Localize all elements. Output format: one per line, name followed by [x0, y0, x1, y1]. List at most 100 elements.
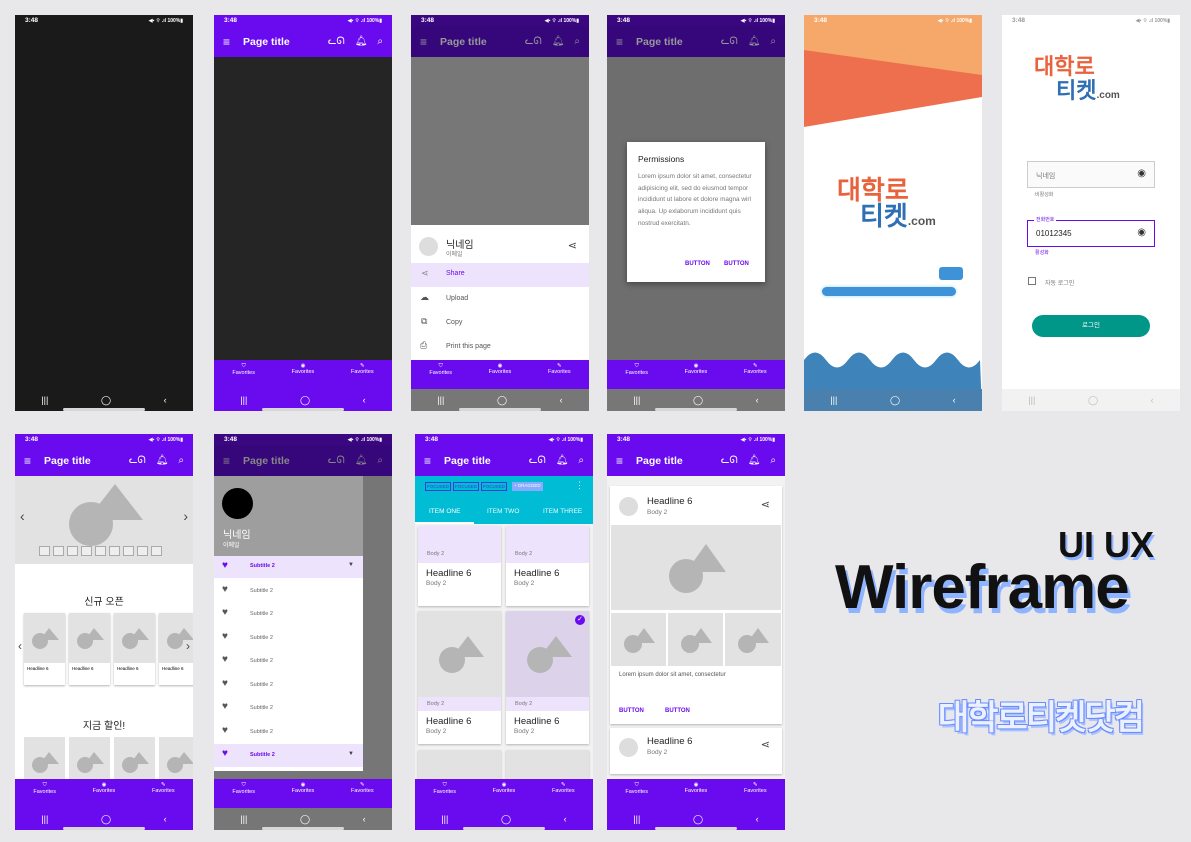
home-icon[interactable]: ◯: [693, 814, 703, 825]
grid-card[interactable]: [506, 750, 589, 780]
nav-item-favorites-2[interactable]: ◉ Favorites: [493, 779, 516, 808]
home-icon[interactable]: ◯: [101, 395, 111, 406]
thumbnail[interactable]: [81, 546, 92, 556]
back-icon[interactable]: ‹: [164, 814, 167, 824]
nav-item-favorites-1[interactable]: ⛉ Favorites: [232, 360, 255, 389]
recent-apps-icon[interactable]: |||: [441, 814, 448, 824]
share-icon[interactable]: ⋖: [761, 738, 770, 751]
nav-item-favorites-2[interactable]: ◉ Favorites: [685, 779, 708, 808]
bell-icon[interactable]: 🔔︎: [556, 455, 569, 466]
chip[interactable]: FOCUSED: [453, 482, 480, 491]
back-icon[interactable]: ‹: [363, 814, 366, 824]
cat-icon[interactable]: ᓚᘏ: [328, 36, 345, 47]
home-icon[interactable]: ◯: [501, 814, 511, 825]
share-icon[interactable]: ⋖: [568, 239, 577, 252]
back-icon[interactable]: ‹: [1151, 395, 1154, 405]
home-icon[interactable]: ◯: [497, 395, 507, 406]
chevron-right-icon[interactable]: ›: [186, 639, 190, 653]
sheet-item-upload[interactable]: ☁ Upload: [411, 287, 589, 311]
menu-icon[interactable]: ≡: [616, 454, 623, 468]
back-icon[interactable]: ‹: [756, 395, 759, 405]
product-card[interactable]: Headline 6: [69, 613, 110, 685]
search-icon[interactable]: ⌕: [578, 455, 584, 466]
chevron-left-icon[interactable]: ‹: [20, 508, 25, 524]
card-button-1[interactable]: BUTTON: [619, 708, 644, 714]
thumbnail[interactable]: [123, 546, 134, 556]
phone-field[interactable]: 전화번호 01012345 ◉: [1027, 216, 1155, 247]
cat-icon[interactable]: ᓚᘏ: [721, 455, 738, 466]
menu-icon[interactable]: ≡: [424, 454, 431, 468]
drawer-item[interactable]: ♥ Subtitle 2: [214, 697, 363, 720]
sheet-item-print[interactable]: ⎙ Print this page: [411, 335, 589, 359]
drawer-item[interactable]: ♥ Subtitle 2: [214, 627, 363, 650]
back-icon[interactable]: ‹: [756, 814, 759, 824]
share-icon[interactable]: ⋖: [761, 498, 770, 511]
more-vert-icon[interactable]: ⋮: [575, 480, 584, 491]
back-icon[interactable]: ‹: [564, 814, 567, 824]
nav-item-favorites-2[interactable]: ◉ Favorites: [685, 360, 708, 389]
thumbnail[interactable]: [137, 546, 148, 556]
sheet-item-share[interactable]: ⋖ Share: [411, 263, 589, 287]
menu-icon[interactable]: ≡: [223, 35, 230, 49]
scrim[interactable]: [411, 57, 589, 225]
search-icon[interactable]: ⌕: [178, 455, 184, 466]
recent-apps-icon[interactable]: |||: [41, 814, 48, 824]
nav-item-favorites-2[interactable]: ◉ Favorites: [489, 360, 512, 389]
cat-icon[interactable]: ᓚᘏ: [129, 455, 146, 466]
nav-item-favorites-3[interactable]: ✎ Favorites: [744, 779, 767, 808]
back-icon[interactable]: ‹: [560, 395, 563, 405]
drawer-item-expanded[interactable]: ♥ Subtitle 2 ▼: [214, 744, 363, 767]
bell-icon[interactable]: 🔔︎: [156, 455, 169, 466]
card-button-2[interactable]: BUTTON: [665, 708, 690, 714]
thumbnail[interactable]: [67, 546, 78, 556]
product-card[interactable]: Headline 6: [24, 613, 65, 685]
drawer-item[interactable]: ♥ Subtitle 2: [214, 721, 363, 744]
nav-item-favorites-3[interactable]: ✎ Favorites: [744, 360, 767, 389]
nav-item-favorites-2[interactable]: ◉ Favorites: [93, 779, 116, 808]
grid-card[interactable]: Body 2 Headline 6 Body 2: [418, 611, 501, 744]
drawer-item[interactable]: ♥ Subtitle 2: [214, 603, 363, 626]
home-icon[interactable]: ◯: [693, 395, 703, 406]
home-icon[interactable]: ◯: [890, 395, 900, 406]
search-icon[interactable]: ⌕: [770, 455, 776, 466]
home-icon[interactable]: ◯: [1088, 395, 1098, 406]
dragged-chip[interactable]: + DRAGGED: [512, 482, 543, 491]
thumbnail[interactable]: [39, 546, 50, 556]
chevron-left-icon[interactable]: ‹: [18, 639, 22, 653]
nav-item-favorites-3[interactable]: ✎ Favorites: [152, 779, 175, 808]
dialog-button-1[interactable]: BUTTON: [685, 261, 710, 267]
menu-icon[interactable]: ≡: [24, 454, 31, 468]
thumbnail[interactable]: [109, 546, 120, 556]
auto-login-checkbox[interactable]: [1028, 277, 1036, 285]
chip[interactable]: FOCUSED: [481, 482, 508, 491]
cat-icon[interactable]: ᓚᘏ: [529, 455, 546, 466]
tab-item-one[interactable]: ITEM ONE: [429, 508, 460, 515]
tab-item-two[interactable]: ITEM TWO: [487, 508, 519, 515]
home-icon[interactable]: ◯: [101, 814, 111, 825]
drawer-item-expanded[interactable]: ♥ Subtitle 2 ▼: [214, 556, 363, 578]
recent-apps-icon[interactable]: |||: [1028, 395, 1035, 405]
nav-item-favorites-2[interactable]: ◉ Favorites: [292, 779, 315, 808]
back-icon[interactable]: ‹: [953, 395, 956, 405]
drawer-item[interactable]: ♥ Subtitle 2: [214, 580, 363, 603]
nav-item-favorites-1[interactable]: ⛉ Favorites: [625, 779, 648, 808]
login-button[interactable]: 로그인: [1032, 315, 1150, 337]
recent-apps-icon[interactable]: |||: [830, 395, 837, 405]
nav-item-favorites-3[interactable]: ✎ Favorites: [351, 779, 374, 808]
chip[interactable]: FOCUSED: [425, 482, 452, 491]
nav-item-favorites-1[interactable]: ⛉ Favorites: [433, 779, 456, 808]
nav-item-favorites-3[interactable]: ✎ Favorites: [351, 360, 374, 389]
search-icon[interactable]: ⌕: [377, 36, 383, 47]
nav-item-favorites-3[interactable]: ✎ Favorites: [548, 360, 571, 389]
nav-item-favorites-1[interactable]: ⛉ Favorites: [232, 779, 255, 808]
tab-item-three[interactable]: ITEM THREE: [543, 508, 582, 515]
thumbnail[interactable]: [53, 546, 64, 556]
eye-icon[interactable]: ◉: [1137, 168, 1146, 179]
grid-card[interactable]: Body 2 Headline 6 Body 2: [506, 526, 589, 606]
grid-card-selected[interactable]: ✓ Body 2 Headline 6 Body 2: [506, 611, 589, 744]
back-icon[interactable]: ‹: [164, 395, 167, 405]
drawer-item[interactable]: ♥ Subtitle 2: [214, 674, 363, 697]
recent-apps-icon[interactable]: |||: [437, 395, 444, 405]
product-card[interactable]: Headline 6: [114, 613, 155, 685]
nickname-field[interactable]: 닉네임 ◉: [1027, 161, 1155, 188]
